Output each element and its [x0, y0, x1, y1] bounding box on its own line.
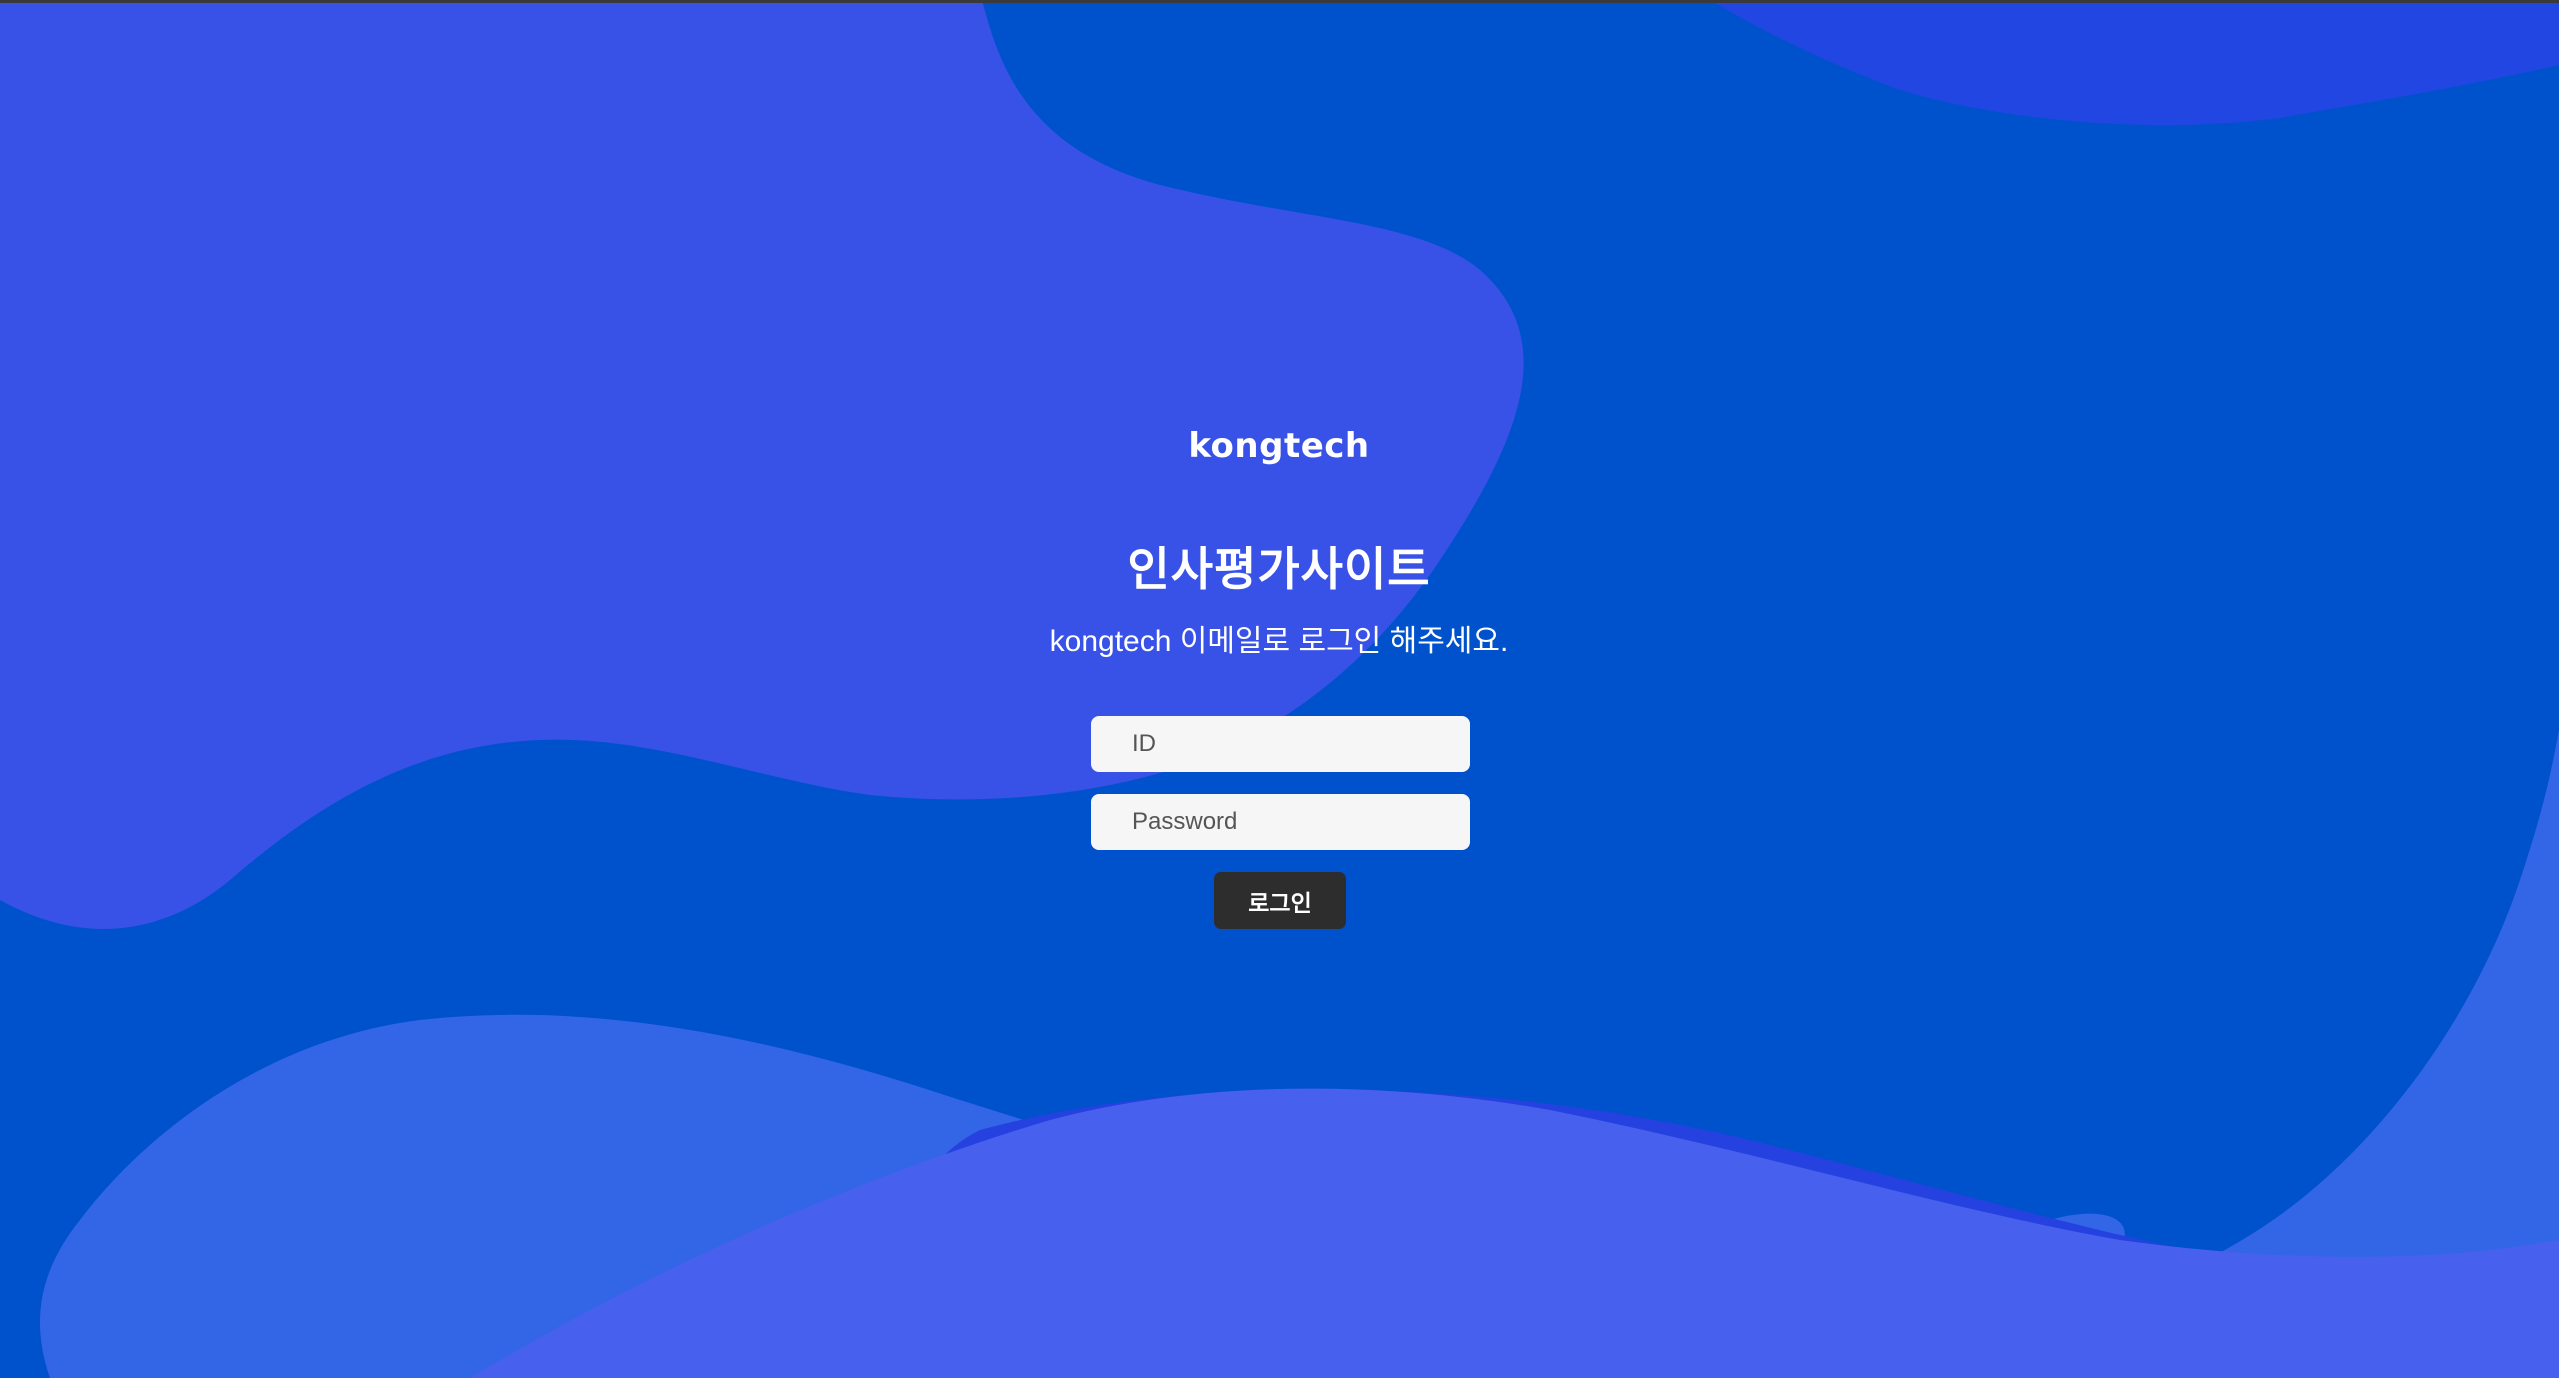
id-input[interactable]: [1091, 716, 1470, 772]
login-instruction: kongtech 이메일로 로그인 해주세요.: [1049, 625, 1509, 658]
kongtech-logo: kongtech: [1188, 426, 1370, 466]
window-top-border: [0, 0, 2559, 3]
wave-background: [0, 0, 2559, 1378]
login-page: kongtech 인사평가사이트 kongtech 이메일로 로그인 해주세요.…: [0, 0, 2559, 1378]
login-button[interactable]: 로그인: [1214, 872, 1346, 929]
page-title: 인사평가사이트: [1127, 543, 1431, 595]
password-input[interactable]: [1091, 794, 1470, 850]
